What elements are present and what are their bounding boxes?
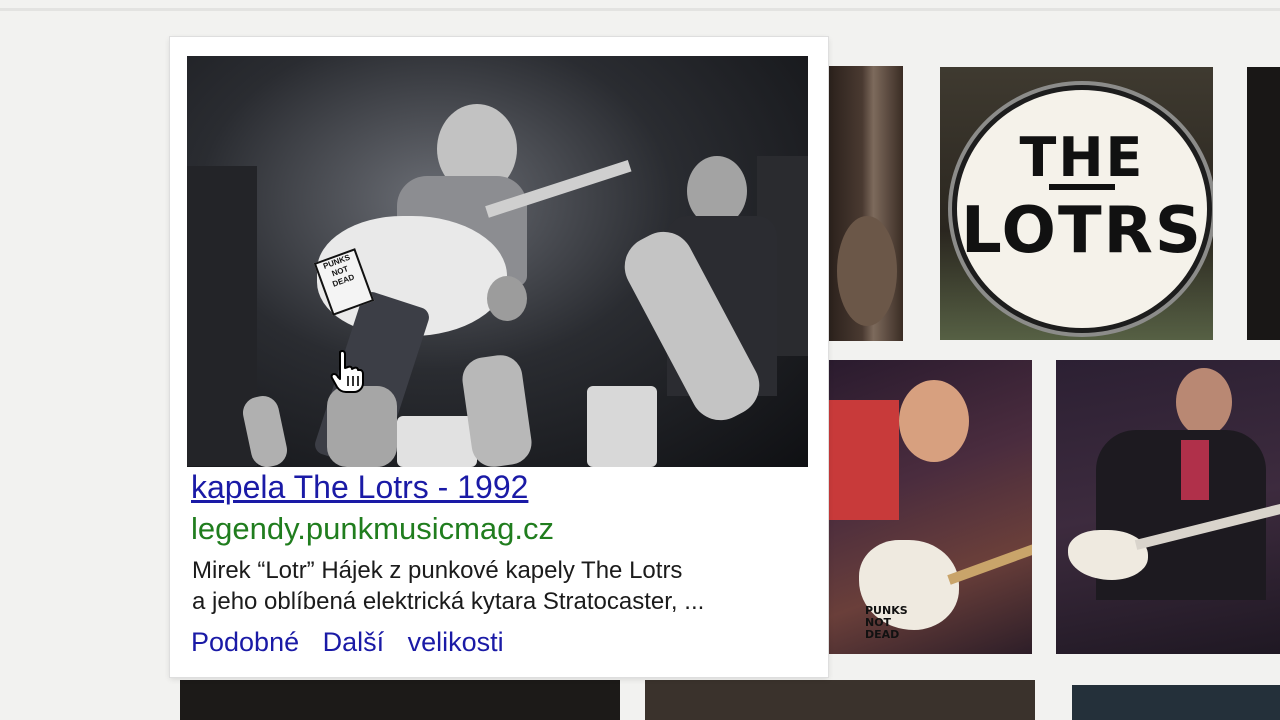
result-actions: Podobné Další velikosti [191,627,520,658]
image-thumbnail-guitarist-dark[interactable] [829,66,903,341]
image-thumbnail-edge-right[interactable] [1247,67,1280,340]
drum-text-line1: THE [1019,126,1145,189]
result-description: Mirek “Lotr” Hájek z punkové kapely The … [192,555,822,617]
drum-text-line2: LOTRS [961,194,1203,268]
hand-pointer-icon [330,350,364,393]
bass-drum-head: THE LOTRS [952,85,1212,333]
top-divider [0,8,1280,11]
preview-image[interactable]: PUNKS NOT DEAD [187,56,808,467]
more-sizes-link-part2[interactable]: velikosti [408,627,504,657]
result-description-line2: a jeho oblíbená elektrická kytara Strato… [192,588,705,615]
image-thumbnail-bottom-middle[interactable] [645,680,1035,720]
guitar-sticker-text: PUNKS NOT DEAD [865,604,908,641]
image-thumbnail-leather-jacket-guitarist[interactable] [1056,360,1280,654]
image-thumbnail-screaming-guitarist[interactable]: PUNKS NOT DEAD [829,360,1032,654]
result-title-link[interactable]: kapela The Lotrs - 1992 [191,469,528,506]
image-thumbnail-drum[interactable]: THE LOTRS [940,67,1213,340]
result-source-link[interactable]: legendy.punkmusicmag.cz [191,511,554,547]
more-sizes-link-part1[interactable]: Další [323,627,385,657]
similar-link[interactable]: Podobné [191,627,299,657]
result-description-line1: Mirek “Lotr” Hájek z punkové kapely The … [192,557,683,584]
image-preview-card[interactable]: PUNKS NOT DEAD kapela The Lotrs - 1992 l… [170,37,828,677]
image-thumbnail-bottom-left[interactable] [180,680,620,720]
drum-tape-bar [1049,184,1115,190]
image-thumbnail-bottom-right[interactable] [1072,685,1280,720]
